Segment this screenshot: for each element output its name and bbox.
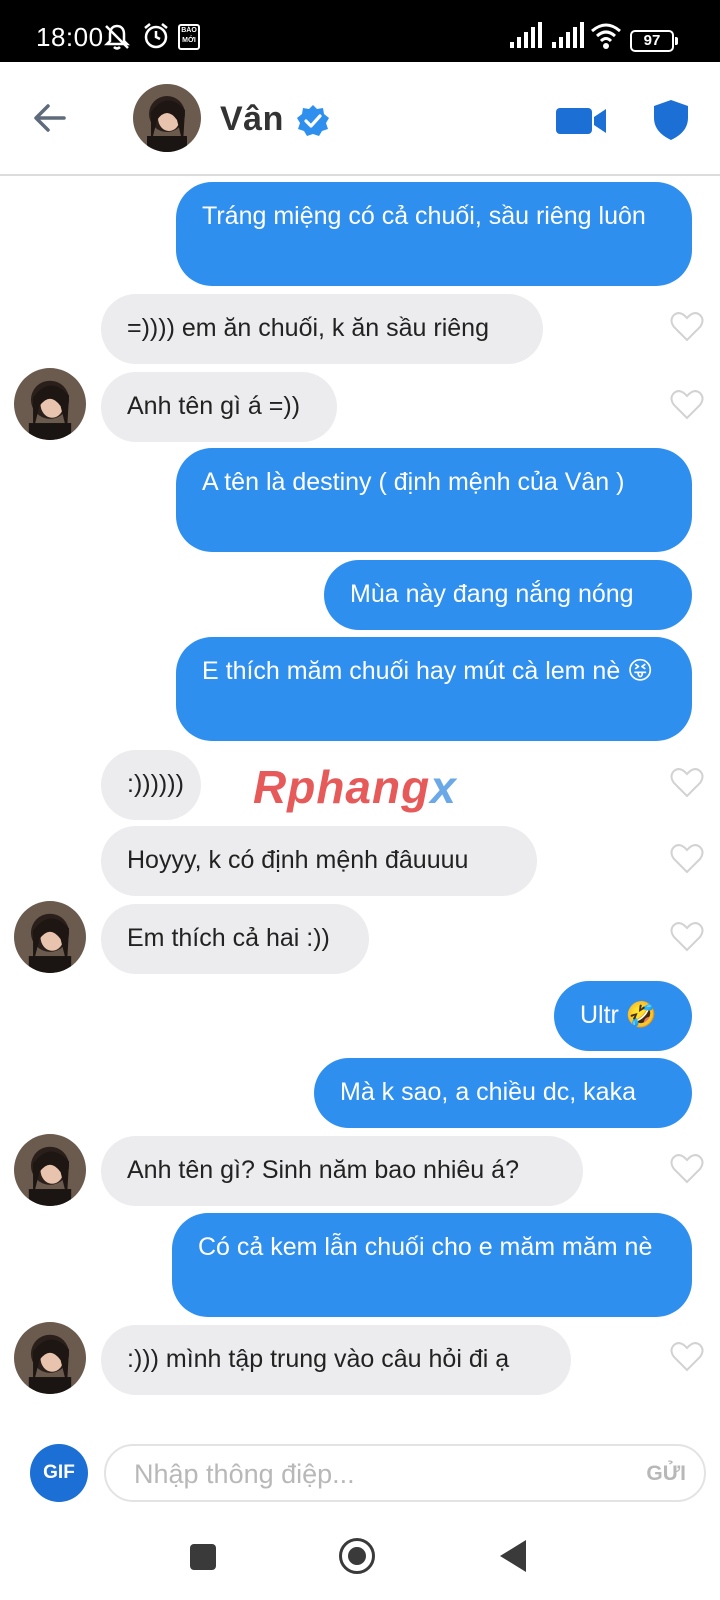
message-sent[interactable]: Ultr 🤣 — [554, 981, 692, 1051]
message-input[interactable]: Nhập thông điệp... GỬI — [104, 1444, 706, 1502]
avatar[interactable] — [14, 368, 86, 440]
message-sent[interactable]: Tráng miệng có cả chuối, sầu riêng luôn — [176, 182, 692, 286]
status-bar: 18:00 BÁO MỚI 97 — [0, 0, 720, 62]
recents-icon[interactable] — [190, 1544, 216, 1570]
like-heart-icon[interactable] — [670, 310, 704, 342]
message-sent[interactable]: A tên là destiny ( định mệnh của Vân ) — [176, 448, 692, 552]
like-heart-icon[interactable] — [670, 766, 704, 798]
message-received[interactable]: Anh tên gì á =)) — [101, 372, 337, 442]
chat-header: Vân — [0, 62, 720, 176]
like-heart-icon[interactable] — [670, 1152, 704, 1184]
video-call-icon[interactable] — [556, 104, 608, 138]
battery-icon: 97 — [630, 30, 678, 52]
message-received[interactable]: :)))))) — [101, 750, 201, 820]
message-received[interactable]: Anh tên gì? Sinh năm bao nhiêu á? — [101, 1136, 583, 1206]
avatar[interactable] — [14, 901, 86, 973]
like-heart-icon[interactable] — [670, 388, 704, 420]
message-sent[interactable]: Có cả kem lẫn chuối cho e măm măm nè — [172, 1213, 692, 1317]
message-sent[interactable]: Mùa này đang nắng nóng — [324, 560, 692, 630]
home-icon[interactable] — [339, 1538, 375, 1574]
like-heart-icon[interactable] — [670, 842, 704, 874]
shield-icon[interactable] — [652, 98, 690, 142]
alarm-icon — [144, 23, 168, 49]
wifi-icon — [591, 23, 621, 49]
chat-thread[interactable]: Tráng miệng có cả chuối, sầu riêng luôn … — [0, 176, 720, 1416]
message-sent[interactable]: Mà k sao, a chiều dc, kaka — [314, 1058, 692, 1128]
message-received[interactable]: =)))) em ăn chuối, k ăn sầu riêng — [101, 294, 543, 364]
back-triangle-icon[interactable] — [500, 1540, 526, 1572]
system-nav-bar — [0, 1516, 720, 1600]
message-received[interactable]: :))) mình tập trung vào câu hỏi đi ạ — [101, 1325, 571, 1395]
message-composer: GIF Nhập thông điệp... GỬI — [0, 1416, 720, 1516]
message-received[interactable]: Em thích cả hai :)) — [101, 904, 369, 974]
message-sent[interactable]: E thích măm chuối hay mút cà lem nè 😝 — [176, 637, 692, 741]
contact-name: Vân — [220, 100, 284, 138]
status-time: 18:00 — [36, 22, 104, 52]
avatar[interactable] — [14, 1322, 86, 1394]
watermark: Rphangx — [253, 761, 457, 813]
signal-icon — [510, 22, 542, 48]
signal-icon — [552, 22, 584, 48]
like-heart-icon[interactable] — [670, 920, 704, 952]
mute-icon — [103, 24, 131, 50]
like-heart-icon[interactable] — [670, 1340, 704, 1372]
send-button[interactable]: GỬI — [646, 1462, 686, 1486]
verified-badge-icon — [297, 105, 329, 136]
avatar[interactable] — [133, 84, 201, 152]
message-input-placeholder: Nhập thông điệp... — [134, 1459, 355, 1489]
back-arrow-icon[interactable] — [30, 98, 70, 138]
avatar[interactable] — [14, 1134, 86, 1206]
gif-button[interactable]: GIF — [30, 1444, 88, 1502]
baomoi-icon: BÁO MỚI — [178, 24, 200, 50]
message-received[interactable]: Hoyyy, k có định mệnh đâuuuu — [101, 826, 537, 896]
